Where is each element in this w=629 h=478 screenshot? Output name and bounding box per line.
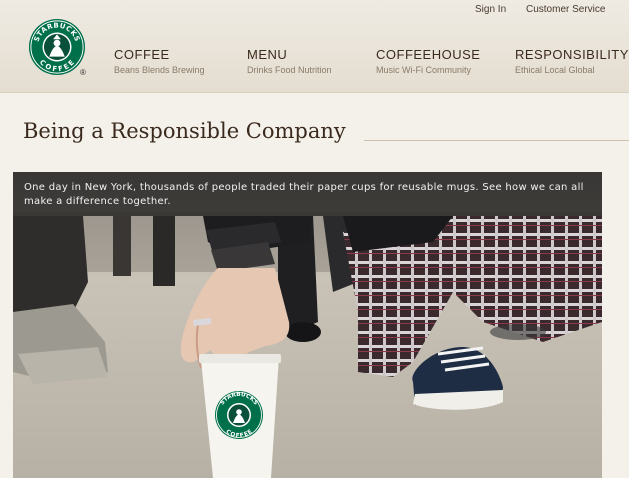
- site-header: Sign In Customer Service STARBUCKS COFFE…: [0, 0, 629, 93]
- video-player[interactable]: STARBUCKS COFFEE One day in New York, th…: [13, 172, 602, 478]
- page-title: Being a Responsible Company: [23, 119, 346, 143]
- nav-coffee-title: COFFEE: [114, 47, 170, 62]
- nav-coffee-subtitle: Beans Blends Brewing: [114, 65, 205, 75]
- nav-responsibility-subtitle: Ethical Local Global: [515, 65, 595, 75]
- nav-item-coffeehouse[interactable]: COFFEEHOUSE Music Wi-Fi Community: [376, 47, 480, 75]
- nav-coffeehouse-title: COFFEEHOUSE: [376, 47, 481, 62]
- nav-menu-title: MENU: [247, 47, 288, 62]
- registered-mark: ®: [80, 68, 86, 77]
- video-frame: STARBUCKS COFFEE: [13, 172, 602, 478]
- video-caption: One day in New York, thousands of people…: [13, 172, 602, 216]
- nav-coffeehouse-subtitle: Music Wi-Fi Community: [376, 65, 472, 75]
- nav-item-menu[interactable]: MENU Drinks Food Nutrition: [247, 47, 332, 75]
- sign-in-link[interactable]: Sign In: [475, 4, 506, 15]
- customer-service-link[interactable]: Customer Service: [526, 4, 605, 15]
- nav-item-coffee[interactable]: COFFEE Beans Blends Brewing: [114, 47, 205, 75]
- nav-menu-subtitle: Drinks Food Nutrition: [247, 65, 332, 75]
- title-divider: [364, 140, 629, 141]
- starbucks-logo[interactable]: STARBUCKS COFFEE: [28, 18, 86, 76]
- nav-item-responsibility[interactable]: RESPONSIBILITY Ethical Local Global: [515, 47, 629, 75]
- nav-responsibility-title: RESPONSIBILITY: [515, 47, 629, 62]
